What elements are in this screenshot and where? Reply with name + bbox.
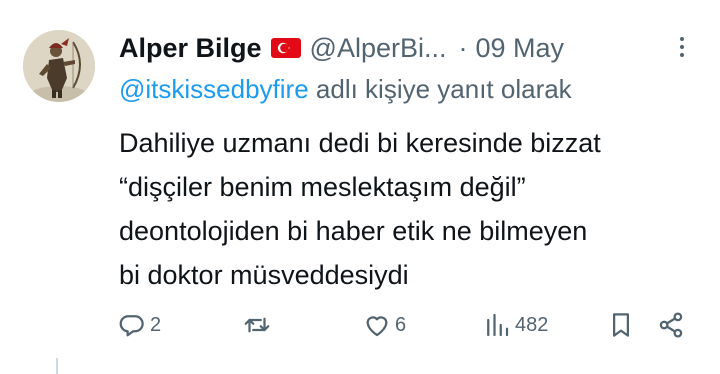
tweet-text-line: “dişçiler benim meslektaşım değil” (119, 172, 526, 202)
tweet[interactable]: Alper Bilge @AlperBi... · 09 May @itskis… (0, 0, 720, 374)
user-handle[interactable]: @AlperBi... (310, 33, 447, 64)
share-button[interactable] (656, 305, 686, 345)
turkey-flag-icon (270, 38, 301, 58)
like-count: 6 (395, 313, 407, 336)
avatar[interactable] (23, 30, 95, 102)
views-icon (487, 313, 509, 337)
tweet-text-line: Dahiliye uzmanı dedi bi keresinde bizzat (119, 128, 601, 158)
warrior-avatar-icon (23, 30, 95, 102)
share-icon (659, 312, 683, 338)
views-button[interactable]: 482 (482, 305, 548, 345)
bookmark-icon (613, 313, 629, 337)
reply-icon (119, 315, 144, 337)
retweet-icon (244, 317, 270, 333)
bookmark-button[interactable] (606, 305, 636, 345)
more-options-icon[interactable] (672, 33, 692, 63)
heart-icon (366, 316, 388, 337)
like-button[interactable]: 6 (362, 305, 406, 345)
action-bar: 2 6 482 (0, 305, 720, 345)
reply-context: @itskissedbyfire adlı kişiye yanıt olara… (119, 74, 572, 105)
separator-dot: · (458, 32, 468, 63)
display-name[interactable]: Alper Bilge (119, 33, 262, 64)
tweet-header: Alper Bilge @AlperBi... · 09 May (119, 28, 564, 68)
retweet-button[interactable] (242, 305, 275, 345)
tweet-text: Dahiliye uzmanı dedi bi keresinde bizzat… (119, 121, 709, 297)
tweet-date[interactable]: 09 May (475, 33, 564, 64)
thread-connector-line (56, 358, 58, 374)
reply-button[interactable]: 2 (117, 305, 161, 345)
reply-mention-link[interactable]: @itskissedbyfire (119, 74, 309, 104)
reply-context-suffix: adlı kişiye yanıt olarak (308, 74, 572, 104)
tweet-text-line: bi doktor müsveddesiydi (119, 260, 409, 290)
reply-count: 2 (150, 313, 162, 336)
tweet-text-line: deontolojiden bi haber etik ne bilmeyen (119, 216, 588, 246)
views-count: 482 (515, 313, 549, 336)
